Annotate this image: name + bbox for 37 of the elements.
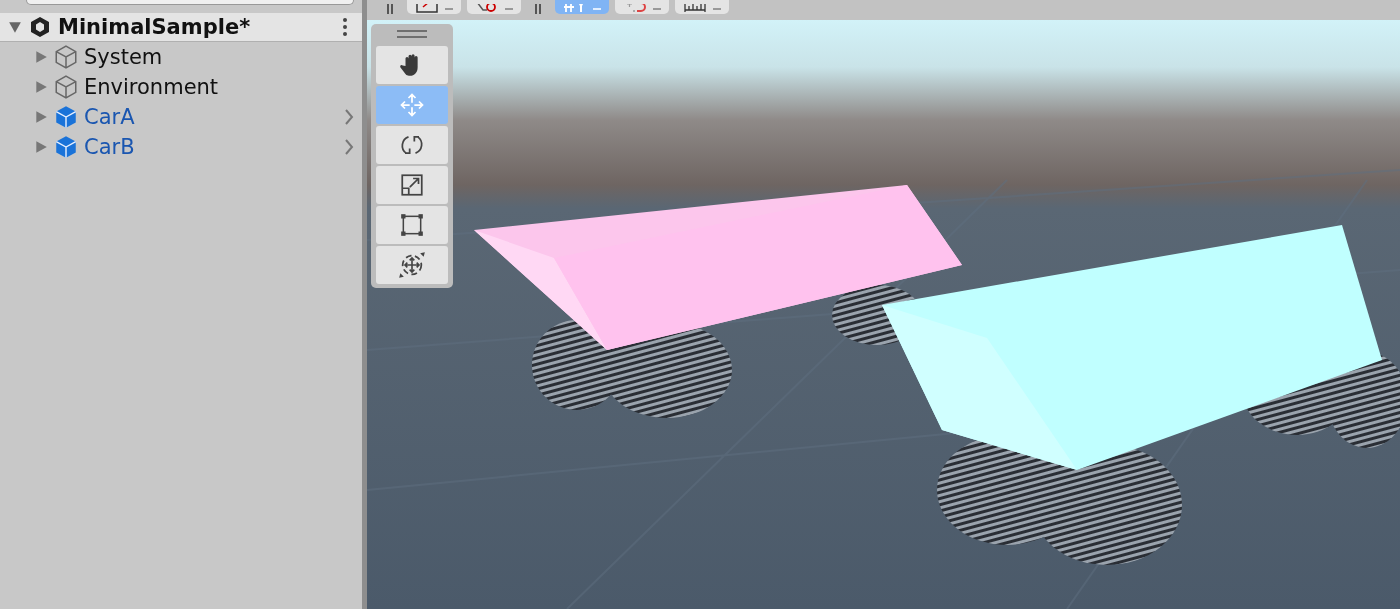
toolbar-dropdown-button[interactable]	[407, 0, 461, 14]
expand-arrow-icon[interactable]	[34, 80, 48, 94]
expand-arrow-icon[interactable]	[8, 20, 22, 34]
chevron-right-icon[interactable]	[344, 109, 354, 125]
rect-tool-icon	[399, 212, 425, 238]
drag-handle-icon[interactable]	[397, 30, 427, 38]
hierarchy-item[interactable]: CarB	[84, 135, 339, 159]
ruler-icon	[683, 4, 707, 14]
search-field[interactable]	[26, 0, 354, 5]
expand-arrow-icon[interactable]	[34, 110, 48, 124]
hand-tool-button[interactable]	[376, 46, 448, 84]
scale-icon	[399, 172, 425, 198]
toolbar-dropdown-button[interactable]	[467, 0, 521, 14]
rotate-tool-button[interactable]	[376, 126, 448, 164]
toolbar-grip	[387, 4, 393, 14]
cube-outline-icon	[53, 74, 79, 100]
scale-tool-button[interactable]	[376, 166, 448, 204]
hierarchy-item[interactable]: Environment	[84, 75, 356, 99]
cube-icon	[53, 134, 79, 160]
toolbar-dropdown-button[interactable]	[675, 0, 729, 14]
chevron-right-icon[interactable]	[344, 139, 354, 155]
hierarchy-item[interactable]: System	[84, 45, 356, 69]
toolbar-dropdown-button[interactable]	[555, 0, 609, 14]
expand-arrow-icon[interactable]	[34, 50, 48, 64]
transform-icon	[398, 251, 426, 279]
cube-outline-icon	[53, 44, 79, 70]
more-options-icon[interactable]	[342, 17, 348, 37]
move-arrows-icon	[398, 91, 426, 119]
cube-icon	[53, 104, 79, 130]
scene-header[interactable]: MinimalSample*	[0, 13, 362, 42]
expand-arrow-icon[interactable]	[34, 140, 48, 154]
transform-tool-button[interactable]	[376, 246, 448, 284]
scene-name: MinimalSample*	[58, 15, 252, 39]
rect-tool-button[interactable]	[376, 206, 448, 244]
hierarchy-item[interactable]: CarA	[84, 105, 339, 129]
toolbar-grip	[535, 4, 541, 14]
toolbar-dropdown-button[interactable]	[615, 0, 669, 14]
